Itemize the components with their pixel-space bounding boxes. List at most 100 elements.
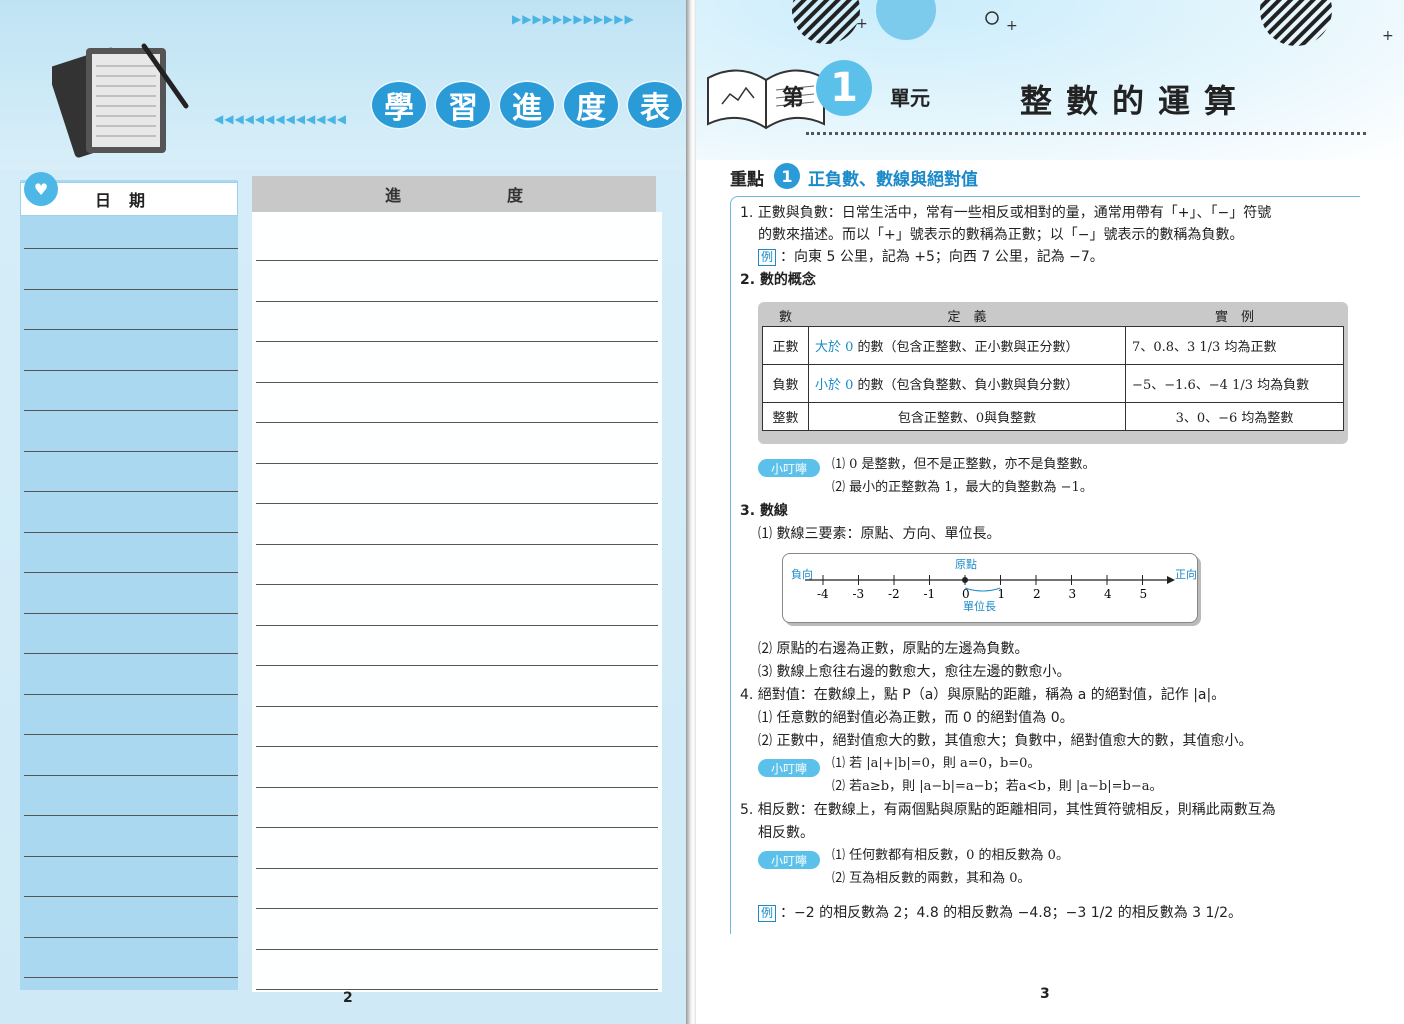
title-char: 習 — [434, 80, 492, 130]
notebook-icon — [52, 43, 189, 158]
title-char: 學 — [370, 80, 428, 130]
progress-header: 進 度 — [252, 176, 656, 212]
ruled-line — [24, 531, 238, 533]
svg-text:+: + — [856, 16, 868, 32]
page-title: 學 習 進 度 表 — [370, 80, 684, 130]
arrow-decoration: ▶▶▶▶▶▶▶▶▶▶▶▶ — [512, 12, 635, 26]
ruled-line — [256, 867, 658, 869]
title-char: 表 — [626, 80, 684, 130]
neg-direction-label: 負向 — [791, 567, 813, 581]
ruled-line — [24, 329, 238, 330]
progress-header-right: 度 — [506, 186, 523, 205]
unit-suffix: 單元 — [890, 86, 930, 110]
row-example: 7、0.8、3 1/3 均為正數 — [1125, 325, 1344, 365]
tip-2-line-2: ⑵ 若a≥b，則 |a−b|=a−b；若a<b，則 |a−b|=b−a。 — [832, 779, 1163, 794]
ruled-line — [256, 462, 658, 464]
ruled-line — [256, 300, 658, 302]
number-line-figure: 負向 正向 原點 單位長 -4 -3 -2 -1 0 1 2 3 4 5 — [782, 553, 1198, 623]
ruled-line — [24, 734, 238, 735]
ruled-line — [256, 705, 658, 707]
tick-label: 2 — [1033, 587, 1041, 601]
ruled-line — [24, 410, 238, 411]
ruled-line — [256, 989, 658, 990]
date-column — [20, 180, 238, 990]
ruled-line — [24, 774, 238, 776]
ruled-line — [256, 543, 658, 545]
row-definition: 大於 0 的數（包含正整數、正小數與正分數） — [807, 325, 1127, 365]
example-text: ：向東 5 公里，記為 +5；向西 7 公里，記為 −7。 — [780, 249, 1104, 265]
example-tag: 例 — [758, 905, 777, 922]
axis-arrow — [1167, 576, 1175, 584]
tick-label: 4 — [1104, 587, 1112, 601]
row-label: 整數 — [762, 401, 809, 431]
tick-label: -2 — [888, 587, 900, 601]
ruled-line — [256, 422, 658, 423]
tick-label: 3 — [1069, 587, 1077, 601]
arrow-decoration: ◀◀◀◀◀◀◀◀◀◀◀◀◀ — [214, 112, 347, 126]
def-text: 的數（包含負整數、負小數與負分數） — [853, 377, 1079, 393]
table-row: 整數 包含正整數、0與負整數 3、0、−6 均為整數 — [762, 401, 1344, 431]
ruled-line — [256, 341, 658, 342]
tip-2-line-1: ⑴ 若 |a|+|b|=0，則 a=0，b=0。 — [832, 756, 1041, 771]
section-3-item-1: ⑴ 數線三要素：原點、方向、單位長。 — [758, 526, 1001, 542]
ruled-line — [256, 948, 658, 950]
ruled-line — [256, 503, 658, 504]
section-4-line-1: 4. 絕對值：在數線上，點 P（a）與原點的距離，稱為 a 的絕對值，記作 |a… — [740, 687, 1226, 703]
ruled-line — [24, 815, 238, 816]
tick-label: -3 — [853, 587, 865, 601]
unit-length-label: 單位長 — [963, 599, 996, 613]
tip-1-line-1: ⑴ 0 是整數，但不是正整數，亦不是負整數。 — [832, 457, 1096, 472]
tick-label: 1 — [998, 587, 1006, 601]
def-text: 的數（包含正整數、正小數與正分數） — [853, 339, 1079, 355]
section-2-title: 2. 數的概念 — [740, 272, 816, 288]
table-header: 定 義 — [947, 310, 987, 326]
example-text: ：−2 的相反數為 2；4.8 的相反數為 −4.8；−3 1/2 的相反數為 … — [780, 905, 1243, 921]
progress-header-left: 進 — [384, 186, 401, 205]
section-4-item-2: ⑵ 正數中，絕對值愈大的數，其值愈大；負數中，絕對值愈大的數，其值愈小。 — [758, 733, 1253, 749]
section-4-item-1: ⑴ 任意數的絕對值必為正數，而 0 的絕對值為 0。 — [758, 710, 1074, 726]
ruled-line — [24, 612, 238, 614]
ruled-line — [24, 248, 238, 249]
section-3-item-2: ⑵ 原點的右邊為正數，原點的左邊為負數。 — [758, 641, 1029, 657]
tip-badge: 小叮嚀 — [758, 459, 820, 477]
right-page: + + + 第 1 單元 整數的運算 重點 1 正負數、數線與絕對值 1. 正數… — [696, 0, 1404, 1024]
origin-label: 原點 — [955, 558, 977, 571]
tick-label: -4 — [817, 587, 829, 601]
heart-icon: ♥ — [24, 172, 58, 206]
tip-3-line-2: ⑵ 互為相反數的兩數，其和為 0。 — [832, 871, 1031, 886]
ruled-line — [24, 572, 238, 573]
table-row: 正數 大於 0 的數（包含正整數、正小數與正分數） 7、0.8、3 1/3 均為… — [762, 325, 1344, 365]
section-1-example: 例：向東 5 公里，記為 +5；向西 7 公里，記為 −7。 — [758, 247, 1104, 267]
ruled-line — [256, 827, 658, 828]
header-decoration: + + + — [792, 0, 1394, 46]
tip-1-line-2: ⑵ 最小的正整數為 1，最大的負整數為 −1。 — [832, 480, 1093, 495]
ruled-line — [24, 369, 238, 371]
page-number: 3 — [1040, 986, 1050, 1002]
concept-table: 數 定 義 實 例 正數 大於 0 的數（包含正整數、正小數與正分數） 7、0.… — [758, 302, 1348, 444]
table-row: 負數 小於 0 的數（包含負整數、負小數與負分數） −5、−1.6、−4 1/3… — [762, 363, 1344, 403]
svg-text:+: + — [1382, 28, 1394, 44]
unit-number: 1 — [816, 60, 872, 116]
title-char: 進 — [498, 80, 556, 130]
ruled-line — [24, 693, 238, 695]
focus-label: 重點 — [730, 170, 764, 190]
row-definition: 包含正整數、0與負整數 — [807, 401, 1127, 431]
section-3-title: 3. 數線 — [740, 503, 788, 519]
section-5-line-2: 相反數。 — [758, 825, 814, 841]
ruled-line — [24, 450, 238, 452]
number-line: 負向 正向 原點 單位長 -4 -3 -2 -1 0 1 2 3 4 5 — [791, 558, 1197, 613]
ruled-line — [256, 381, 658, 383]
example-tag: 例 — [758, 249, 777, 266]
ruled-line — [24, 936, 238, 938]
ruled-line — [256, 665, 658, 666]
unit-title: 整數的運算 — [1020, 82, 1251, 120]
dotted-divider — [806, 132, 1366, 135]
ruled-line — [256, 584, 658, 585]
ruled-line — [24, 896, 238, 897]
section-3-item-3: ⑶ 數線上愈往右邊的數愈大，愈往左邊的數愈小。 — [758, 664, 1071, 680]
tick-label: 5 — [1140, 587, 1148, 601]
focus-title: 正負數、數線與絕對值 — [808, 170, 978, 190]
ruled-line — [24, 491, 238, 492]
title-char: 度 — [562, 80, 620, 130]
tip-3-line-1: ⑴ 任何數都有相反數，0 的相反數為 0。 — [832, 848, 1069, 863]
